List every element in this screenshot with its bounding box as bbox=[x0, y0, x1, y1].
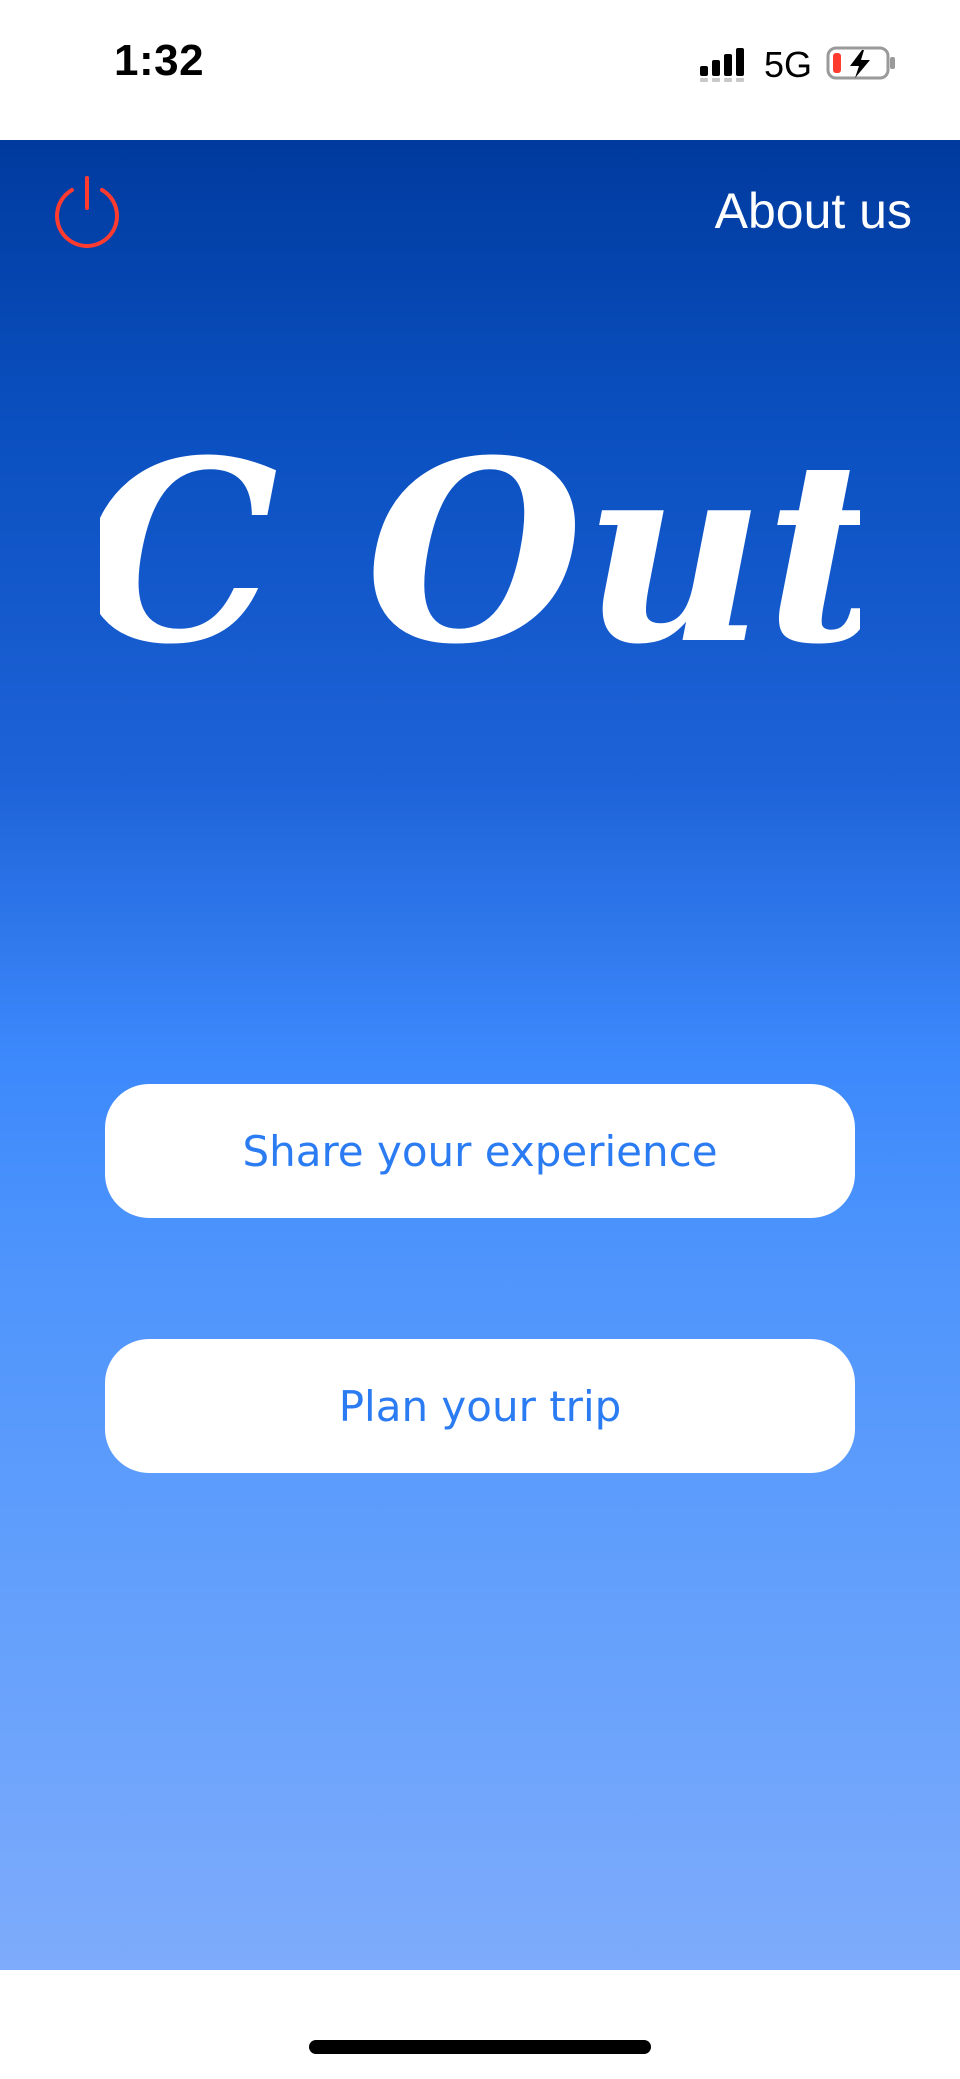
logo-text: C Out bbox=[100, 430, 860, 690]
about-us-link[interactable]: About us bbox=[715, 182, 912, 240]
plan-trip-button[interactable]: Plan your trip bbox=[105, 1339, 855, 1473]
power-icon[interactable] bbox=[50, 174, 124, 248]
cellular-signal-icon bbox=[700, 48, 744, 82]
home-indicator[interactable] bbox=[309, 2040, 651, 2054]
status-bar: 1:32 5G bbox=[0, 0, 960, 140]
app-screen: 1:32 5G About us C Out Share your experi… bbox=[0, 0, 960, 2079]
battery-charging-icon bbox=[826, 46, 895, 80]
app-logo: C Out bbox=[100, 430, 860, 690]
network-type-label: 5G bbox=[764, 44, 813, 85]
status-time: 1:32 bbox=[114, 36, 205, 85]
share-experience-button[interactable]: Share your experience bbox=[105, 1084, 855, 1218]
main-content: About us C Out Share your experience Pla… bbox=[0, 140, 960, 1970]
home-indicator-area bbox=[0, 1970, 960, 2079]
